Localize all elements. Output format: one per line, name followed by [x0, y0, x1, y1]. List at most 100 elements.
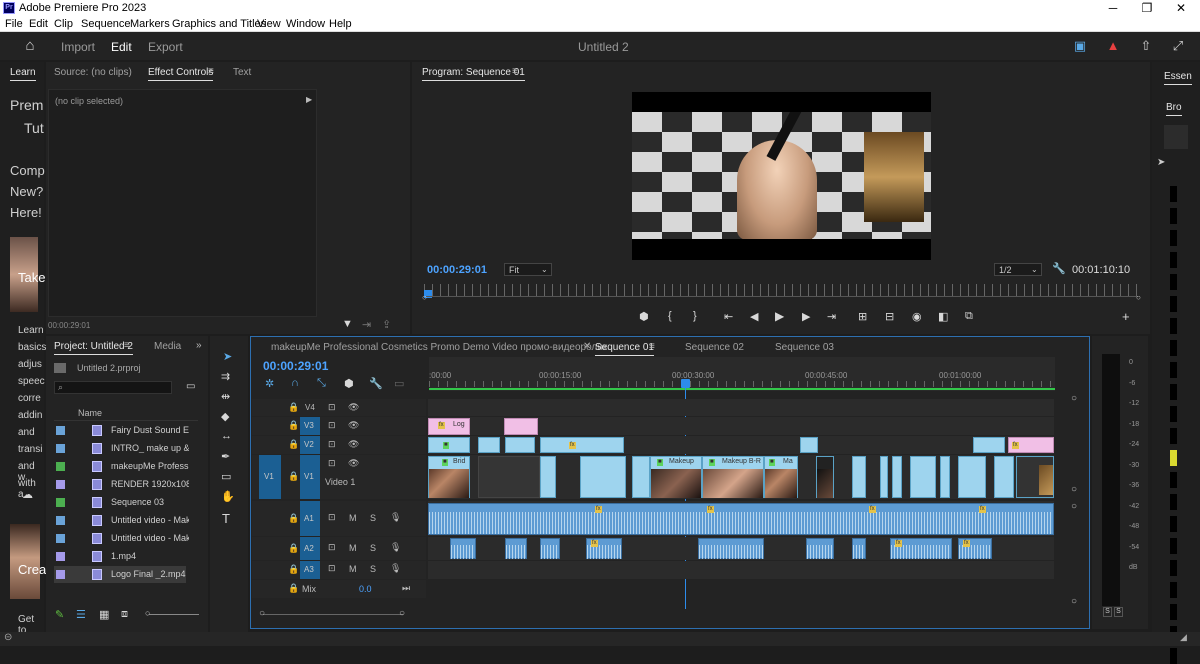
label-color-swatch[interactable] [56, 444, 65, 453]
status-icon[interactable]: ⊝ [4, 632, 12, 643]
share-icon[interactable]: ⇧ [1138, 38, 1154, 54]
microphone-icon[interactable]: 🎙 [390, 512, 401, 523]
captions-icon[interactable]: ▭ [394, 377, 404, 390]
clip-a2-audio[interactable] [505, 538, 527, 559]
rectangle-tool-icon[interactable]: ▭ [221, 470, 231, 483]
fullscreen-icon[interactable]: ⤢ [1170, 38, 1186, 54]
timeline-timecode[interactable]: 00:00:29:01 [263, 359, 328, 373]
step-back-icon[interactable]: ◀ [750, 310, 758, 323]
sync-lock-icon[interactable]: ⊡ [328, 512, 336, 523]
clip-v1[interactable] [958, 456, 986, 498]
zoom-handle-left[interactable]: ○ [422, 293, 427, 302]
sync-lock-icon[interactable]: ⊡ [328, 563, 336, 574]
graphics-thumb[interactable] [1170, 450, 1177, 466]
timeline-settings-icon[interactable]: 🔧 [369, 377, 383, 390]
graphics-thumb[interactable] [1170, 296, 1177, 312]
mute-button[interactable]: M [349, 564, 357, 574]
graphic-preview[interactable] [1164, 125, 1188, 149]
lift-icon[interactable]: ⊞ [858, 310, 867, 323]
step-forward-icon[interactable]: ▶ [802, 310, 810, 323]
clip-v2[interactable] [505, 437, 535, 453]
clip-a2-audio[interactable]: fx [958, 538, 992, 559]
lock-icon[interactable]: 🔒 [288, 583, 299, 594]
tab-sequence-02[interactable]: Sequence 02 [685, 342, 744, 353]
pencil-icon[interactable]: ✎ [55, 608, 64, 621]
video-preview[interactable] [632, 92, 931, 260]
close-icon[interactable]: ✕ [1166, 0, 1196, 16]
project-item[interactable]: Fairy Dust Sound Eff [54, 422, 189, 439]
clip-v2[interactable] [800, 437, 818, 453]
panel-menu-icon[interactable]: ≡ [124, 340, 130, 351]
solo-button[interactable]: S [370, 513, 376, 523]
graphics-thumb[interactable] [1170, 494, 1177, 510]
go-to-in-icon[interactable]: ⇤ [724, 310, 733, 323]
linked-selection-icon[interactable]: ⤡ [317, 377, 326, 390]
panel-menu-icon[interactable]: ≡ [512, 66, 518, 77]
clip-ma[interactable]: ■ Ma [764, 456, 798, 498]
microphone-icon[interactable]: 🎙 [390, 542, 401, 553]
vertical-scroll-handle[interactable]: ○ [1071, 596, 1077, 607]
graphics-thumb[interactable] [1170, 648, 1177, 664]
add-button-icon[interactable]: + [1122, 309, 1130, 324]
clip-v1[interactable] [632, 456, 650, 498]
maximize-icon[interactable]: ❐ [1132, 0, 1162, 16]
expand-arrow-icon[interactable]: ▶ [306, 95, 312, 104]
clip-v1[interactable] [940, 456, 950, 498]
label-color-swatch[interactable] [56, 498, 65, 507]
clip-v1[interactable] [892, 456, 902, 498]
play-icon[interactable]: ▶ [775, 309, 784, 323]
clip-v1[interactable] [880, 456, 888, 498]
clip-a2-audio[interactable]: fx [586, 538, 622, 559]
program-ruler[interactable] [424, 284, 1140, 296]
eye-icon[interactable]: 👁 [348, 420, 359, 431]
clip-pink[interactable] [504, 418, 538, 435]
panel-menu-icon[interactable]: ≡ [208, 66, 214, 77]
add-marker-icon[interactable]: ⬢ [344, 377, 354, 390]
graphics-thumb[interactable] [1170, 318, 1177, 334]
clip-v2-pink[interactable]: fx [1008, 437, 1054, 453]
project-item[interactable]: Sequence 03 [54, 494, 186, 511]
vertical-scroll-handle[interactable]: ○ [1071, 484, 1077, 495]
tab-text[interactable]: Text [233, 67, 251, 78]
label-color-swatch[interactable] [56, 570, 65, 579]
menu-window[interactable]: Window [286, 18, 325, 30]
tab-learn[interactable]: Learn [10, 67, 36, 81]
project-item[interactable]: Untitled video - Mak [54, 530, 189, 547]
program-zoom-bar[interactable] [426, 296, 1138, 297]
tab-source[interactable]: Source: (no clips) [54, 67, 132, 78]
clip-v2[interactable]: fx [540, 437, 624, 453]
quick-export-icon[interactable]: ▣ [1072, 38, 1088, 54]
menu-graphics-and-titles[interactable]: Graphics and Titles [172, 18, 266, 30]
name-column-header[interactable]: Name [78, 408, 102, 418]
track-target-v3[interactable]: V3 [300, 417, 320, 435]
clip-icon[interactable]: ⇪ [382, 318, 391, 331]
graphics-thumb[interactable] [1170, 516, 1177, 532]
label-color-swatch[interactable] [56, 516, 65, 525]
tab-import[interactable]: Import [61, 40, 95, 54]
pen-tool-icon[interactable]: ✒ [221, 450, 230, 463]
tab-effect-controls[interactable]: Effect Controls [148, 67, 214, 81]
razor-tool-icon[interactable]: ◆ [221, 410, 229, 423]
graphics-thumb[interactable] [1170, 582, 1177, 598]
label-color-swatch[interactable] [56, 534, 65, 543]
solo-button[interactable]: S [370, 543, 376, 553]
label-color-swatch[interactable] [56, 480, 65, 489]
clip-end[interactable] [1016, 456, 1054, 498]
snap-icon[interactable]: ∩ [291, 377, 299, 389]
nest-icon[interactable]: ✲ [265, 377, 274, 390]
microphone-icon[interactable]: 🎙 [390, 563, 401, 574]
tutorial-thumbnail[interactable]: Take [10, 237, 45, 312]
mark-in-icon[interactable]: { [668, 310, 672, 322]
menu-file[interactable]: File [5, 18, 23, 30]
tutorial-thumbnail-2[interactable]: Crea [10, 524, 46, 599]
sync-lock-icon[interactable]: ⊡ [328, 420, 336, 431]
label-color-swatch[interactable] [56, 426, 65, 435]
mute-button[interactable]: M [349, 513, 357, 523]
graphics-thumb[interactable] [1170, 252, 1177, 268]
vertical-scroll-handle[interactable]: ○ [1071, 501, 1077, 512]
hand-tool-icon[interactable]: ✋ [221, 490, 235, 503]
tab-sequence-03[interactable]: Sequence 03 [775, 342, 834, 353]
resolution-dropdown[interactable]: 1/2 ⌄ [994, 263, 1042, 276]
clip-v2[interactable] [478, 437, 500, 453]
project-item[interactable]: makeupMe Professi [54, 458, 189, 475]
